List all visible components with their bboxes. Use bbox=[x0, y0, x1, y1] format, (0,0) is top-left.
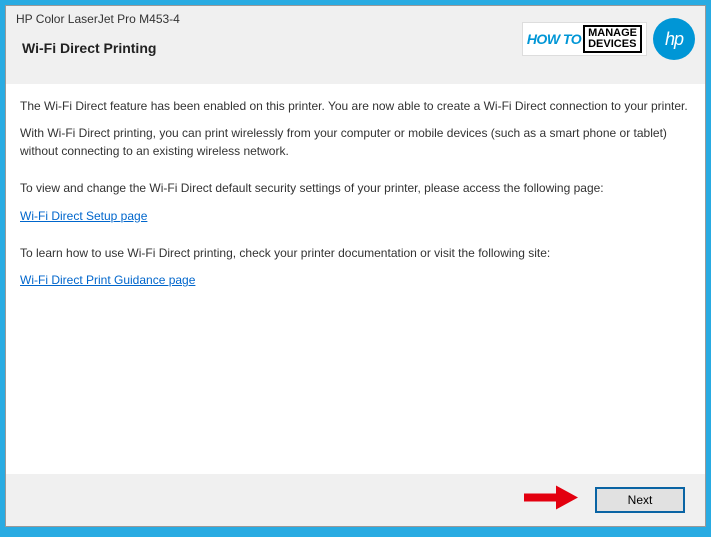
paragraph-learn-how: To learn how to use Wi-Fi Direct printin… bbox=[20, 245, 691, 262]
installer-window: HP Color LaserJet Pro M453-4 Wi-Fi Direc… bbox=[5, 5, 706, 527]
howto-manage-devices-badge: HOW TO MANAGE DEVICES bbox=[522, 22, 647, 56]
next-button[interactable]: Next bbox=[595, 487, 685, 513]
arrow-right-icon bbox=[522, 484, 580, 517]
hp-logo-icon: hp bbox=[653, 18, 695, 60]
header-badges: HOW TO MANAGE DEVICES hp bbox=[522, 18, 695, 60]
header: HP Color LaserJet Pro M453-4 Wi-Fi Direc… bbox=[6, 6, 705, 84]
wifi-direct-setup-link[interactable]: Wi-Fi Direct Setup page bbox=[20, 208, 691, 225]
badge-manage-devices-text: MANAGE DEVICES bbox=[583, 25, 642, 53]
badge-howto-text: HOW TO bbox=[527, 31, 581, 47]
paragraph-security-settings: To view and change the Wi-Fi Direct defa… bbox=[20, 180, 691, 197]
content-panel: The Wi-Fi Direct feature has been enable… bbox=[6, 84, 705, 474]
paragraph-description: With Wi-Fi Direct printing, you can prin… bbox=[20, 125, 691, 160]
wifi-direct-guidance-link[interactable]: Wi-Fi Direct Print Guidance page bbox=[20, 272, 691, 289]
footer: Next bbox=[6, 474, 705, 526]
paragraph-enabled: The Wi-Fi Direct feature has been enable… bbox=[20, 98, 691, 115]
